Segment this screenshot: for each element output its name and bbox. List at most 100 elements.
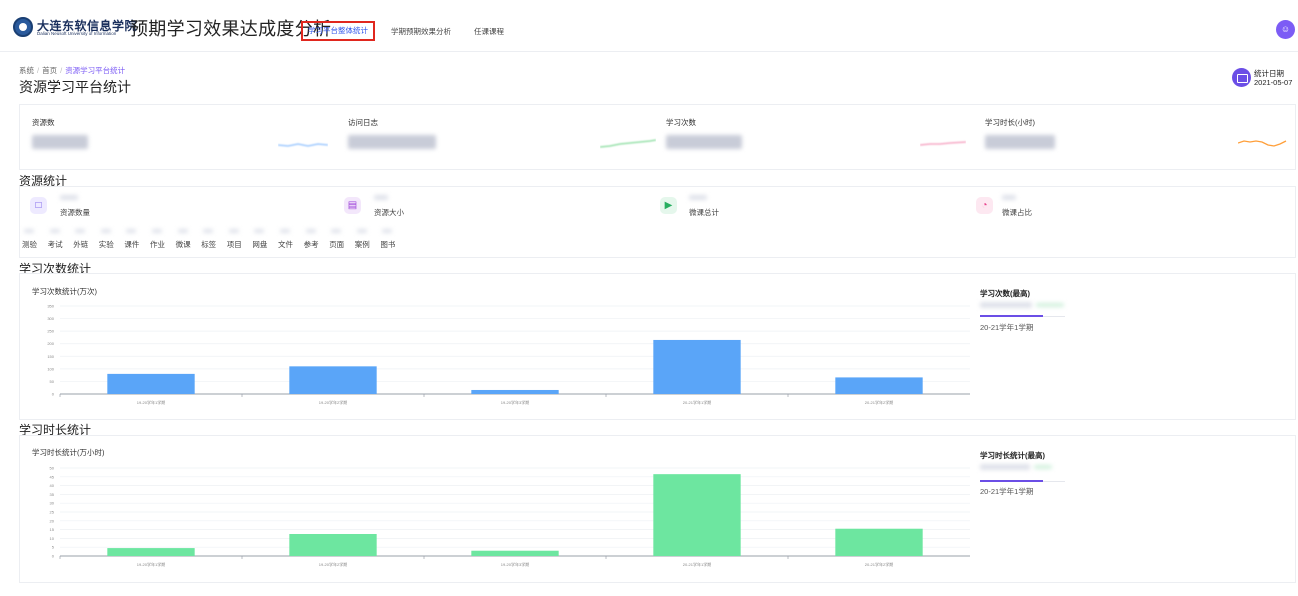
summary-card: 资源数 访问日志 学习次数 学习时长(小时) xyxy=(19,104,1296,170)
x-tick-label: 19-20学年3学期 xyxy=(501,561,529,567)
folder-icon: □ xyxy=(30,197,47,214)
side-title-study-time: 学习时长统计(最高) xyxy=(980,451,1045,460)
summary-label-resources: 资源数 xyxy=(32,118,55,127)
bar-4[interactable] xyxy=(653,339,741,394)
side-blur-study-time-trend xyxy=(1034,465,1052,469)
pie-icon: ◔ xyxy=(976,197,993,214)
summary-value-study-count xyxy=(666,135,742,149)
metric-value-ratio xyxy=(1002,195,1016,200)
category-value xyxy=(280,229,290,233)
bar-5[interactable] xyxy=(835,377,923,394)
y-tick-label: 250 xyxy=(47,329,54,334)
breadcrumb-item-current: 资源学习平台统计 xyxy=(65,66,126,75)
side-progress-study-time xyxy=(980,480,1043,482)
video-icon: ▶ xyxy=(660,197,677,214)
y-tick-label: 5 xyxy=(52,545,55,550)
y-tick-label: 0 xyxy=(52,392,55,397)
category-value xyxy=(100,229,111,233)
sparkline-visits xyxy=(600,139,656,148)
side-title-study-count: 学习次数(最高) xyxy=(980,289,1030,298)
summary-value-visits xyxy=(348,135,436,149)
category-value xyxy=(49,229,60,233)
metric-value-count xyxy=(60,195,78,200)
study-count-chart: 0 50 100 150 200 250 300 350 19-20学年1学期 19-20学年2学… xyxy=(47,304,970,405)
y-tick-label: 20 xyxy=(50,518,55,523)
bar-3[interactable] xyxy=(471,389,559,394)
category-value xyxy=(382,229,393,233)
category-value xyxy=(75,229,86,233)
school-name-en: Dalian Neusoft University of Information xyxy=(37,31,117,36)
category-label: 外链 xyxy=(73,240,89,249)
y-tick-label: 25 xyxy=(50,510,55,515)
breadcrumb-item-home[interactable]: 首页 xyxy=(42,66,57,75)
y-tick-label: 15 xyxy=(50,527,55,532)
chart-title-study-time: 学习时长统计(万小时) xyxy=(32,448,105,457)
y-tick-label: 40 xyxy=(50,483,55,488)
category-label: 微课 xyxy=(175,240,191,249)
study-time-card: 学习时长统计(万小时) 0 5 10 15 20 25 30 35 40 45 50 19-20学年1… xyxy=(19,435,1296,583)
category-value xyxy=(228,229,239,233)
school-logo xyxy=(13,17,33,37)
x-tick-label: 20-21学年1学期 xyxy=(683,561,711,567)
bar-5[interactable] xyxy=(835,528,923,556)
metric-value-microlectures xyxy=(689,195,707,200)
y-tick-label: 300 xyxy=(47,316,54,321)
y-tick-label: 30 xyxy=(50,501,55,506)
x-tick-label: 19-20学年1学期 xyxy=(137,399,165,405)
bar-2[interactable] xyxy=(289,366,377,394)
sparkline-study-hours xyxy=(1238,140,1287,147)
nav-tab-courses[interactable]: 任课课程 xyxy=(474,26,504,37)
side-progress-study-count xyxy=(980,315,1043,317)
category-label: 课件 xyxy=(124,240,140,249)
category-value xyxy=(254,229,265,233)
side-value-study-count: 20-21学年1学期 xyxy=(980,323,1034,332)
y-tick-label: 35 xyxy=(50,492,55,497)
study-time-chart: 0 5 10 15 20 25 30 35 40 45 50 19-20学年1学期 19-20学年2学期… xyxy=(50,466,970,567)
breadcrumb: 系统 / 首页 / 资源学习平台统计 xyxy=(19,66,126,75)
y-tick-label: 100 xyxy=(47,366,54,371)
metric-label-microlectures: 微课总计 xyxy=(689,208,719,217)
category-label: 参考 xyxy=(303,240,319,249)
metric-label-count: 资源数量 xyxy=(60,208,90,217)
side-value-study-time: 20-21学年1学期 xyxy=(980,487,1034,496)
category-value xyxy=(203,229,214,233)
bar-1[interactable] xyxy=(107,373,195,394)
category-label: 文件 xyxy=(278,240,293,249)
bar-4[interactable] xyxy=(653,474,741,556)
bar-3[interactable] xyxy=(471,550,559,556)
summary-value-resources xyxy=(32,135,88,149)
bar-1[interactable] xyxy=(107,548,195,556)
x-tick-label: 19-20学年2学期 xyxy=(319,399,347,405)
sparkline-study-count xyxy=(920,141,966,146)
y-tick-label: 150 xyxy=(47,354,54,359)
category-value xyxy=(356,229,367,233)
y-tick-label: 0 xyxy=(52,554,55,559)
y-tick-label: 10 xyxy=(50,536,55,541)
summary-label-visits: 访问日志 xyxy=(348,118,378,127)
side-progress-track-study-count xyxy=(1043,315,1065,317)
category-label: 标签 xyxy=(201,240,217,249)
category-label: 图书 xyxy=(380,240,396,249)
metric-label-size: 资源大小 xyxy=(374,208,404,217)
metric-value-size xyxy=(374,195,388,200)
y-tick-label: 45 xyxy=(50,474,55,479)
y-tick-label: 200 xyxy=(47,341,54,346)
category-value xyxy=(126,229,137,233)
x-tick-label: 20-21学年2学期 xyxy=(865,399,893,405)
category-label: 案例 xyxy=(354,240,370,249)
side-blur-study-count-trend xyxy=(1036,303,1064,307)
user-avatar[interactable]: ☺ xyxy=(1276,20,1295,39)
x-tick-label: 19-20学年2学期 xyxy=(319,561,347,567)
nav-tab-platform-overview[interactable]: 学习平台整体统计 xyxy=(301,21,375,41)
calendar-icon xyxy=(1232,68,1251,87)
metric-label-ratio: 微课占比 xyxy=(1002,208,1032,217)
sparkline-resources xyxy=(278,143,328,147)
bar-2[interactable] xyxy=(289,534,377,556)
breadcrumb-item-system[interactable]: 系统 xyxy=(19,66,34,75)
category-label: 考试 xyxy=(47,240,63,249)
category-label: 作业 xyxy=(150,240,165,249)
category-value xyxy=(24,229,34,233)
y-tick-label: 50 xyxy=(50,466,55,471)
nav-tab-term-analysis[interactable]: 学期预期效果分析 xyxy=(391,26,451,37)
category-value xyxy=(152,229,162,233)
